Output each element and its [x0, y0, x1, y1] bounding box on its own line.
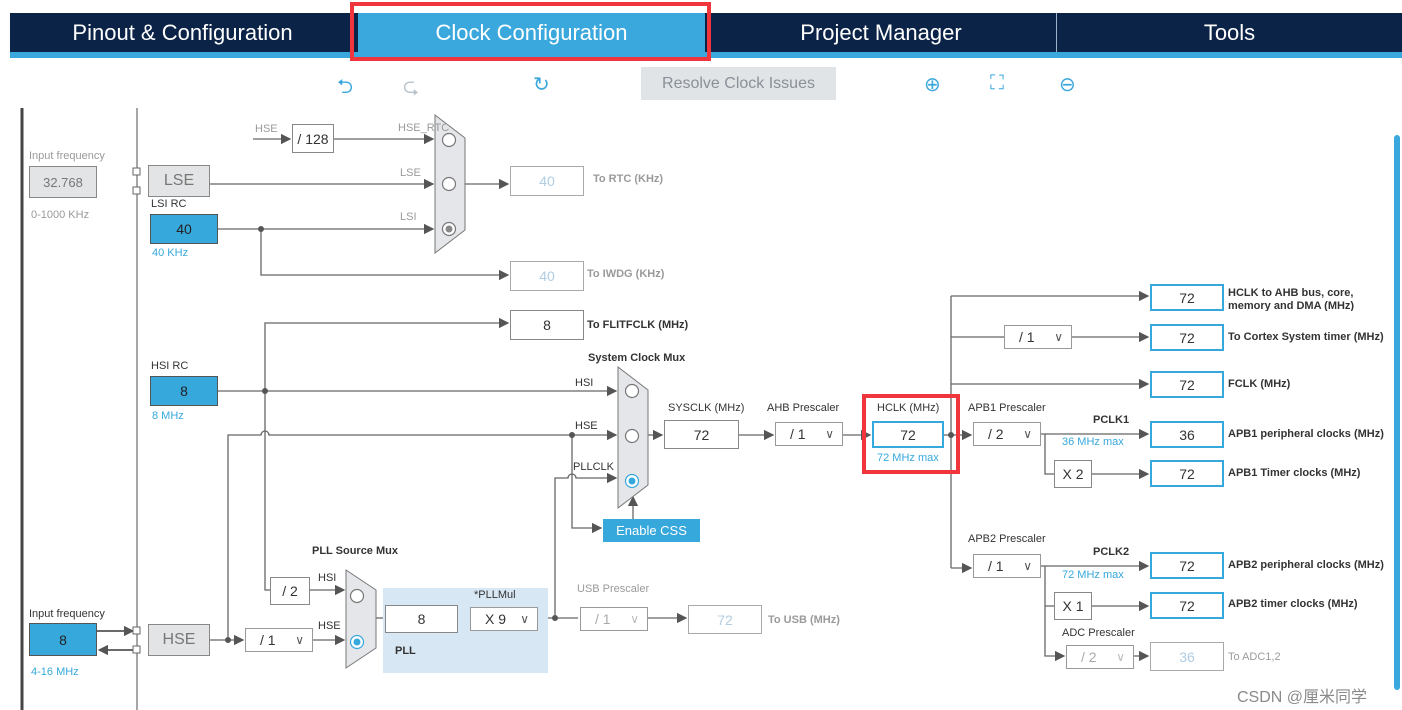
rtc-lse-label: LSE [400, 167, 421, 179]
cortex-timer-divider-select[interactable]: / 1 ∨ [1004, 325, 1072, 349]
output-cortex-timer-value[interactable]: 72 [1150, 324, 1224, 351]
enable-css-button[interactable]: Enable CSS [603, 519, 700, 542]
apb2-timer-multiplier: X 1 [1054, 592, 1092, 620]
output-cortex-timer-label: To Cortex System timer (MHz) [1228, 331, 1384, 343]
output-apb2-peripheral-value[interactable]: 72 [1150, 552, 1224, 579]
apb1-timer-multiplier: X 2 [1054, 460, 1092, 488]
system-clock-mux-title: System Clock Mux [588, 352, 686, 364]
pll-label: PLL [395, 645, 416, 657]
pclk1-label: PCLK1 [1093, 414, 1130, 426]
ahb-prescaler-select[interactable]: / 1 ∨ [775, 422, 843, 446]
usb-prescaler-value: / 1 [595, 611, 611, 627]
chevron-down-icon: ∨ [295, 633, 304, 647]
pllmux-hsi-label: HSI [318, 572, 337, 584]
hsi-freq-label: 8 MHz [152, 410, 184, 422]
pclk2-max-label: 72 MHz max [1062, 569, 1124, 581]
output-hclk-ahb-label: HCLK to AHB bus, core, memory and DMA (M… [1228, 287, 1355, 311]
adc-output-label: To ADC1,2 [1228, 651, 1281, 663]
hse-block[interactable]: HSE [148, 624, 210, 656]
output-apb1-peripheral-value[interactable]: 36 [1150, 421, 1224, 448]
apb2-prescaler-value: / 1 [988, 558, 1004, 574]
apb1-prescaler-value: / 2 [988, 426, 1004, 442]
lsi-freq-label: 40 KHz [152, 247, 189, 259]
adc-prescaler-value: / 2 [1081, 649, 1097, 665]
watermark: CSDN @厘米同学 [1237, 689, 1368, 706]
output-apb2-timer-value[interactable]: 72 [1150, 592, 1224, 619]
apb1-prescaler-label: APB1 Prescaler [968, 402, 1046, 414]
hse-input-frequency-field[interactable]: 8 [29, 623, 97, 656]
chevron-down-icon: ∨ [825, 427, 834, 441]
lse-range-label: 0-1000 KHz [31, 209, 90, 221]
chevron-down-icon: ∨ [630, 612, 639, 626]
apb1-prescaler-select[interactable]: / 2 ∨ [973, 422, 1041, 446]
pclk1-max-label: 36 MHz max [1062, 436, 1124, 448]
apb2-prescaler-label: APB2 Prescaler [968, 533, 1046, 545]
pll-input-value: 8 [385, 605, 458, 633]
flitfclk-value: 8 [510, 310, 584, 340]
hse-input-frequency-label: Input frequency [29, 608, 105, 620]
hse-range-label: 4-16 MHz [31, 666, 79, 678]
chevron-down-icon: ∨ [1116, 650, 1125, 664]
vertical-scrollbar[interactable] [1394, 135, 1400, 690]
pll-source-mux [345, 569, 377, 669]
sysclk-value[interactable]: 72 [664, 420, 739, 449]
usb-output-value: 72 [688, 605, 762, 634]
lsi-rc-label: LSI RC [151, 198, 187, 210]
adc-prescaler-select[interactable]: / 2 ∨ [1066, 645, 1134, 669]
hsi-rc-value: 8 [150, 376, 218, 406]
usb-output-label: To USB (MHz) [768, 614, 840, 626]
lse-block[interactable]: LSE [148, 165, 210, 197]
hsi-pll-divider: / 2 [270, 577, 310, 605]
pllmul-label: *PLLMul [474, 589, 516, 601]
output-hclk-ahb-value[interactable]: 72 [1150, 284, 1224, 311]
output-apb2-timer-label: APB2 timer clocks (MHz) [1228, 598, 1358, 610]
hse-pll-divider-select[interactable]: / 1 ∨ [245, 628, 313, 652]
pllmux-hse-label: HSE [318, 620, 341, 632]
hclk-highlight-box [862, 394, 960, 474]
rtc-output-value: 40 [510, 166, 584, 196]
iwdg-output-value: 40 [510, 261, 584, 291]
hse-rtc-label: HSE_RTC [398, 122, 450, 134]
chevron-down-icon: ∨ [520, 612, 529, 626]
output-apb1-timer-label: APB1 Timer clocks (MHz) [1228, 467, 1361, 479]
apb2-prescaler-select[interactable]: / 1 ∨ [973, 554, 1041, 578]
usb-prescaler-label: USB Prescaler [577, 583, 650, 595]
ahb-prescaler-label: AHB Prescaler [767, 402, 840, 414]
pll-source-mux-title: PLL Source Mux [312, 545, 398, 557]
hse-rtc-divider: / 128 [292, 124, 334, 153]
chevron-down-icon: ∨ [1023, 559, 1032, 573]
output-fclk-label: FCLK (MHz) [1228, 378, 1291, 390]
output-fclk-value[interactable]: 72 [1150, 371, 1224, 398]
adc-prescaler-label: ADC Prescaler [1062, 627, 1135, 639]
iwdg-output-label: To IWDG (KHz) [587, 268, 665, 280]
usb-prescaler-select[interactable]: / 1 ∨ [580, 607, 648, 631]
hse-divider-value: / 1 [260, 632, 276, 648]
output-apb2-peripheral-label: APB2 peripheral clocks (MHz) [1228, 559, 1384, 571]
flitfclk-label: To FLITFCLK (MHz) [587, 319, 689, 331]
sysmux-hse-label: HSE [575, 420, 598, 432]
pllmul-value: X 9 [485, 611, 507, 627]
rtc-output-label: To RTC (KHz) [593, 173, 664, 185]
output-apb1-peripheral-label: APB1 peripheral clocks (MHz) [1228, 428, 1384, 440]
cortex-divider-value: / 1 [1019, 329, 1035, 345]
sysmux-hsi-label: HSI [575, 377, 594, 389]
output-apb1-timer-value[interactable]: 72 [1150, 460, 1224, 487]
rtc-lsi-label: LSI [400, 211, 417, 223]
lse-input-frequency-field[interactable]: 32.768 [29, 166, 97, 198]
hsi-rc-label: HSI RC [151, 360, 189, 372]
ahb-prescaler-value: / 1 [790, 426, 806, 442]
rtc-hse-label: HSE [255, 123, 278, 135]
pclk2-label: PCLK2 [1093, 546, 1130, 558]
chevron-down-icon: ∨ [1023, 427, 1032, 441]
sysclk-label: SYSCLK (MHz) [668, 402, 745, 414]
chevron-down-icon: ∨ [1054, 330, 1063, 344]
lse-input-frequency-label: Input frequency [29, 150, 105, 162]
pllmul-select[interactable]: X 9 ∨ [470, 607, 538, 631]
adc-output-value: 36 [1150, 642, 1224, 671]
sysmux-pllclk-label: PLLCLK [573, 461, 614, 473]
lsi-rc-value: 40 [150, 214, 218, 244]
